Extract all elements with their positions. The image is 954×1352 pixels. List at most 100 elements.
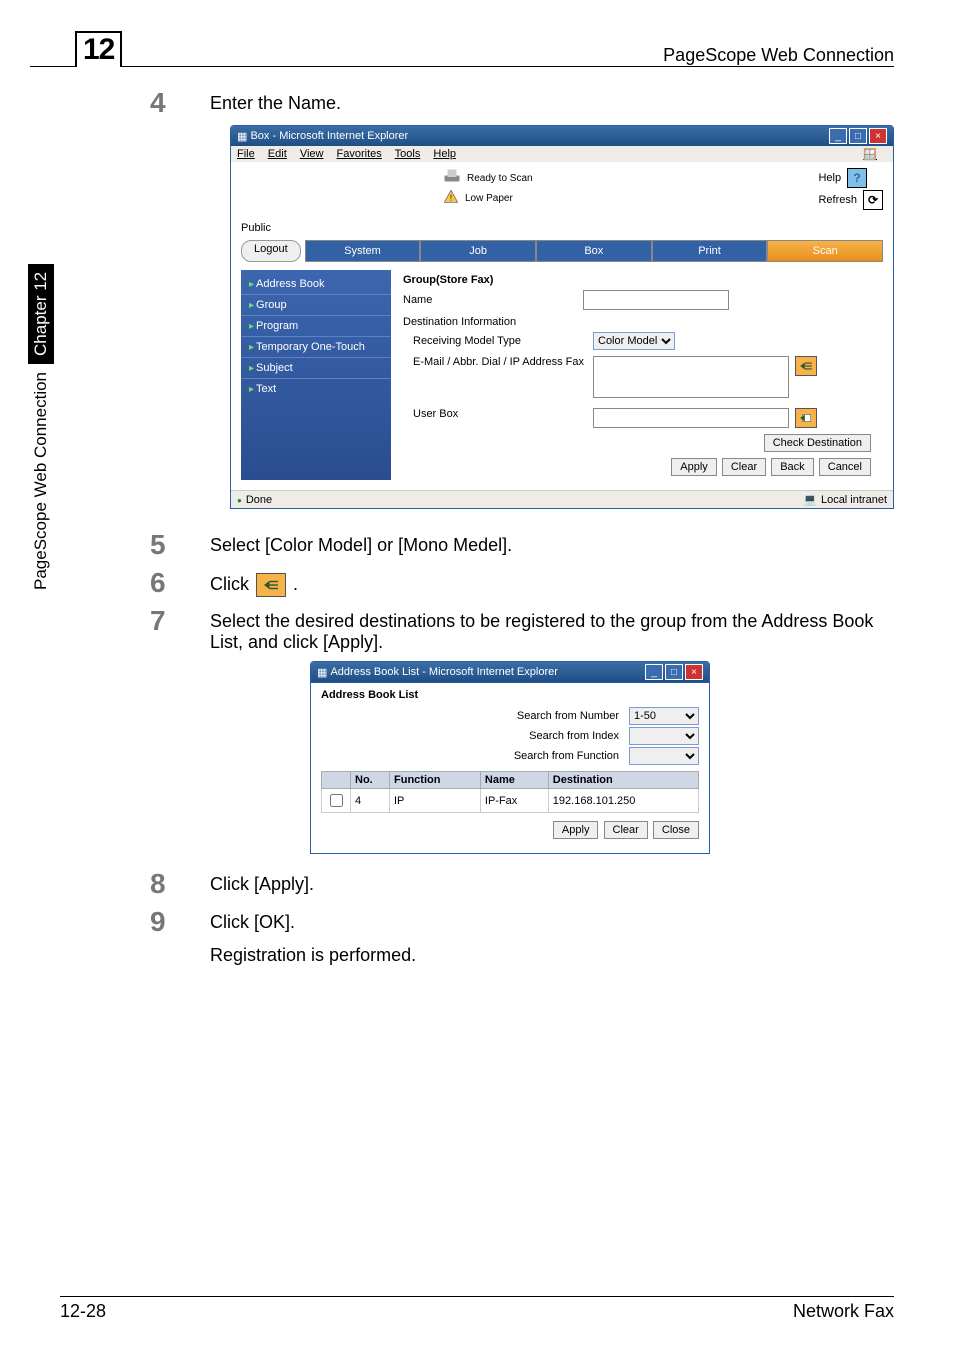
warning-icon: ! xyxy=(441,189,461,208)
nav-program[interactable]: Program xyxy=(241,315,391,336)
step-6-text: Click . xyxy=(210,567,894,599)
popup-titlebar: ▦ Address Book List - Microsoft Internet… xyxy=(311,662,709,682)
search-number-select[interactable]: 1-50 xyxy=(629,707,699,725)
step-6-number: 6 xyxy=(150,567,210,599)
label-name: Name xyxy=(403,294,583,306)
minimize-button[interactable]: _ xyxy=(829,128,847,144)
name-input[interactable] xyxy=(583,290,729,310)
status-zone: Local intranet xyxy=(821,494,887,506)
col-destination: Destination xyxy=(548,772,698,789)
popup-title: Address Book List - Microsoft Internet E… xyxy=(330,666,557,678)
label-model-type: Receiving Model Type xyxy=(403,335,593,347)
abbr-textarea[interactable] xyxy=(593,356,789,398)
popup-apply-button[interactable]: Apply xyxy=(553,821,599,839)
tab-box[interactable]: Box xyxy=(536,240,652,262)
cell-destination: 192.168.101.250 xyxy=(548,789,698,813)
check-destination-button[interactable]: Check Destination xyxy=(764,434,871,452)
chapter-number: 12 xyxy=(75,31,122,67)
clear-button[interactable]: Clear xyxy=(722,458,766,476)
menu-favorites[interactable]: Favorites xyxy=(337,148,382,160)
screenshot-box-window: ▦ Box - Microsoft Internet Explorer _ □ … xyxy=(230,125,894,509)
footer-page: 12-28 xyxy=(60,1301,106,1322)
userbox-input[interactable] xyxy=(593,408,789,428)
left-nav: Address Book Group Program Temporary One… xyxy=(241,270,391,480)
popup-clear-button[interactable]: Clear xyxy=(604,821,648,839)
table-row: 4 IP IP-Fax 192.168.101.250 xyxy=(322,789,699,813)
address-list-icon[interactable] xyxy=(795,356,817,376)
logout-button[interactable]: Logout xyxy=(241,240,301,262)
label-search-function: Search from Function xyxy=(514,750,619,762)
maximize-button[interactable]: □ xyxy=(849,128,867,144)
step-5-text: Select [Color Model] or [Mono Medel]. xyxy=(210,529,894,561)
menu-help[interactable]: Help xyxy=(433,148,456,160)
header-title: PageScope Web Connection xyxy=(663,45,894,66)
side-tab-text: PageScope Web Connection xyxy=(31,372,51,590)
step-8-number: 8 xyxy=(150,868,210,900)
menu-edit[interactable]: Edit xyxy=(268,148,287,160)
step-7-number: 7 xyxy=(150,605,210,653)
label-user-box: User Box xyxy=(403,408,593,420)
mode-label: Public xyxy=(241,222,883,234)
tab-scan[interactable]: Scan xyxy=(767,240,883,262)
popup-minimize[interactable]: _ xyxy=(645,664,663,680)
menu-view[interactable]: View xyxy=(300,148,324,160)
side-tab-chapter: Chapter 12 xyxy=(28,264,54,364)
step-8-text: Click [Apply]. xyxy=(210,868,894,900)
help-link[interactable]: Help xyxy=(818,172,841,184)
col-function: Function xyxy=(390,772,481,789)
col-name: Name xyxy=(480,772,548,789)
nav-text[interactable]: Text xyxy=(241,378,391,399)
page-icon: ▦ xyxy=(237,130,247,143)
menu-bar: File Edit View Favorites Tools Help 🪟 xyxy=(231,146,893,162)
step-9-number: 9 xyxy=(150,906,210,966)
popup-heading: Address Book List xyxy=(321,689,699,701)
cell-name: IP-Fax xyxy=(480,789,548,813)
close-button[interactable]: × xyxy=(869,128,887,144)
form-title: Group(Store Fax) xyxy=(403,274,871,286)
cancel-button[interactable]: Cancel xyxy=(819,458,871,476)
label-destination-info: Destination Information xyxy=(403,316,871,328)
popup-maximize[interactable]: □ xyxy=(665,664,683,680)
label-search-number: Search from Number xyxy=(517,710,619,722)
status-ready: Ready to Scan xyxy=(467,173,533,184)
popup-close[interactable]: × xyxy=(685,664,703,680)
tab-job[interactable]: Job xyxy=(420,240,536,262)
nav-temporary-one-touch[interactable]: Temporary One-Touch xyxy=(241,336,391,357)
search-index-select[interactable] xyxy=(629,727,699,745)
page-icon: ▦ xyxy=(317,666,327,679)
nav-group[interactable]: Group xyxy=(241,294,391,315)
back-button[interactable]: Back xyxy=(771,458,813,476)
step-4-text: Enter the Name. xyxy=(210,87,894,119)
tab-print[interactable]: Print xyxy=(652,240,768,262)
apply-button[interactable]: Apply xyxy=(671,458,717,476)
address-table: No. Function Name Destination 4 IP IP-Fa… xyxy=(321,771,699,813)
windows-flag-icon: 🪟 xyxy=(863,148,877,161)
status-low-paper: Low Paper xyxy=(465,193,513,204)
window-title: Box - Microsoft Internet Explorer xyxy=(250,130,408,142)
row-checkbox[interactable] xyxy=(330,794,343,807)
step-4-number: 4 xyxy=(150,87,210,119)
cell-function: IP xyxy=(390,789,481,813)
step-7-text: Select the desired destinations to be re… xyxy=(210,605,894,653)
tab-system[interactable]: System xyxy=(305,240,421,262)
scanner-icon xyxy=(441,168,463,189)
screenshot-address-list: ▦ Address Book List - Microsoft Internet… xyxy=(310,661,710,854)
help-icon[interactable]: ? xyxy=(847,168,867,188)
intranet-icon: 💻 xyxy=(803,493,817,506)
col-no: No. xyxy=(351,772,390,789)
nav-subject[interactable]: Subject xyxy=(241,357,391,378)
search-function-select[interactable] xyxy=(629,747,699,765)
nav-address-book[interactable]: Address Book xyxy=(241,274,391,294)
userbox-list-icon[interactable] xyxy=(795,408,817,428)
menu-tools[interactable]: Tools xyxy=(395,148,421,160)
list-select-icon xyxy=(256,573,286,597)
refresh-link[interactable]: Refresh xyxy=(818,194,857,206)
step-5-number: 5 xyxy=(150,529,210,561)
model-type-select[interactable]: Color Model xyxy=(593,332,675,350)
menu-file[interactable]: File xyxy=(237,148,255,160)
svg-text:!: ! xyxy=(450,193,452,202)
popup-close-button[interactable]: Close xyxy=(653,821,699,839)
step-9-text: Click [OK]. Registration is performed. xyxy=(210,906,894,966)
refresh-icon[interactable]: ⟳ xyxy=(863,190,883,210)
footer-title: Network Fax xyxy=(793,1301,894,1322)
